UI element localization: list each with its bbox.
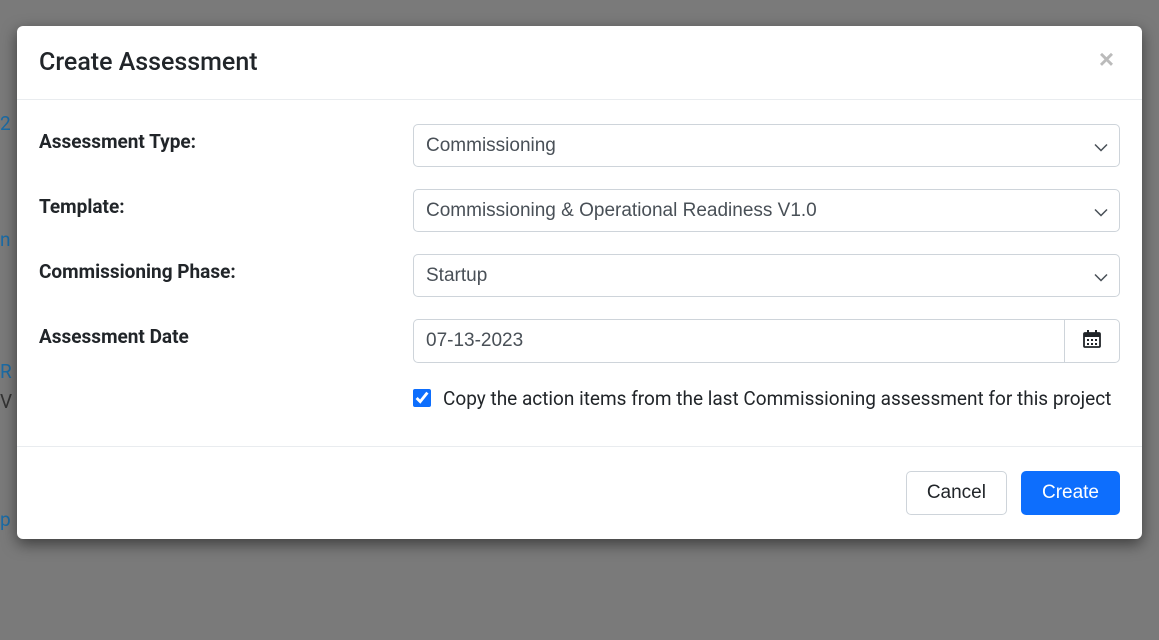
- cancel-button[interactable]: Cancel: [906, 471, 1007, 515]
- background-text: p: [0, 508, 11, 531]
- copy-action-items-label[interactable]: Copy the action items from the last Comm…: [443, 385, 1111, 414]
- assessment-date-label: Assessment Date: [39, 319, 413, 348]
- template-label: Template:: [39, 189, 413, 218]
- commissioning-phase-row: Commissioning Phase: Startup: [39, 254, 1120, 297]
- close-icon: ×: [1099, 44, 1114, 74]
- background-text: V: [0, 390, 12, 413]
- commissioning-phase-select[interactable]: Startup: [413, 254, 1120, 297]
- copy-action-items-row: Copy the action items from the last Comm…: [39, 385, 1120, 414]
- modal-header: Create Assessment ×: [17, 26, 1142, 100]
- commissioning-phase-label: Commissioning Phase:: [39, 254, 413, 283]
- modal-title: Create Assessment: [39, 48, 258, 77]
- assessment-type-row: Assessment Type: Commissioning: [39, 124, 1120, 167]
- assessment-date-input[interactable]: [413, 319, 1064, 363]
- create-assessment-modal: Create Assessment × Assessment Type: Com…: [17, 26, 1142, 539]
- template-select[interactable]: Commissioning & Operational Readiness V1…: [413, 189, 1120, 232]
- modal-body: Assessment Type: Commissioning Template:…: [17, 100, 1142, 446]
- assessment-date-row: Assessment Date: [39, 319, 1120, 363]
- background-text: R: [0, 360, 12, 383]
- assessment-type-label: Assessment Type:: [39, 124, 413, 153]
- copy-action-items-checkbox[interactable]: [413, 389, 431, 407]
- template-row: Template: Commissioning & Operational Re…: [39, 189, 1120, 232]
- assessment-type-select[interactable]: Commissioning: [413, 124, 1120, 167]
- modal-footer: Cancel Create: [17, 446, 1142, 539]
- background-text: 2: [0, 112, 11, 135]
- date-picker-button[interactable]: [1064, 319, 1120, 363]
- calendar-icon: [1082, 329, 1102, 353]
- background-text: n: [0, 228, 11, 251]
- close-button[interactable]: ×: [1099, 46, 1114, 72]
- create-button[interactable]: Create: [1021, 471, 1120, 515]
